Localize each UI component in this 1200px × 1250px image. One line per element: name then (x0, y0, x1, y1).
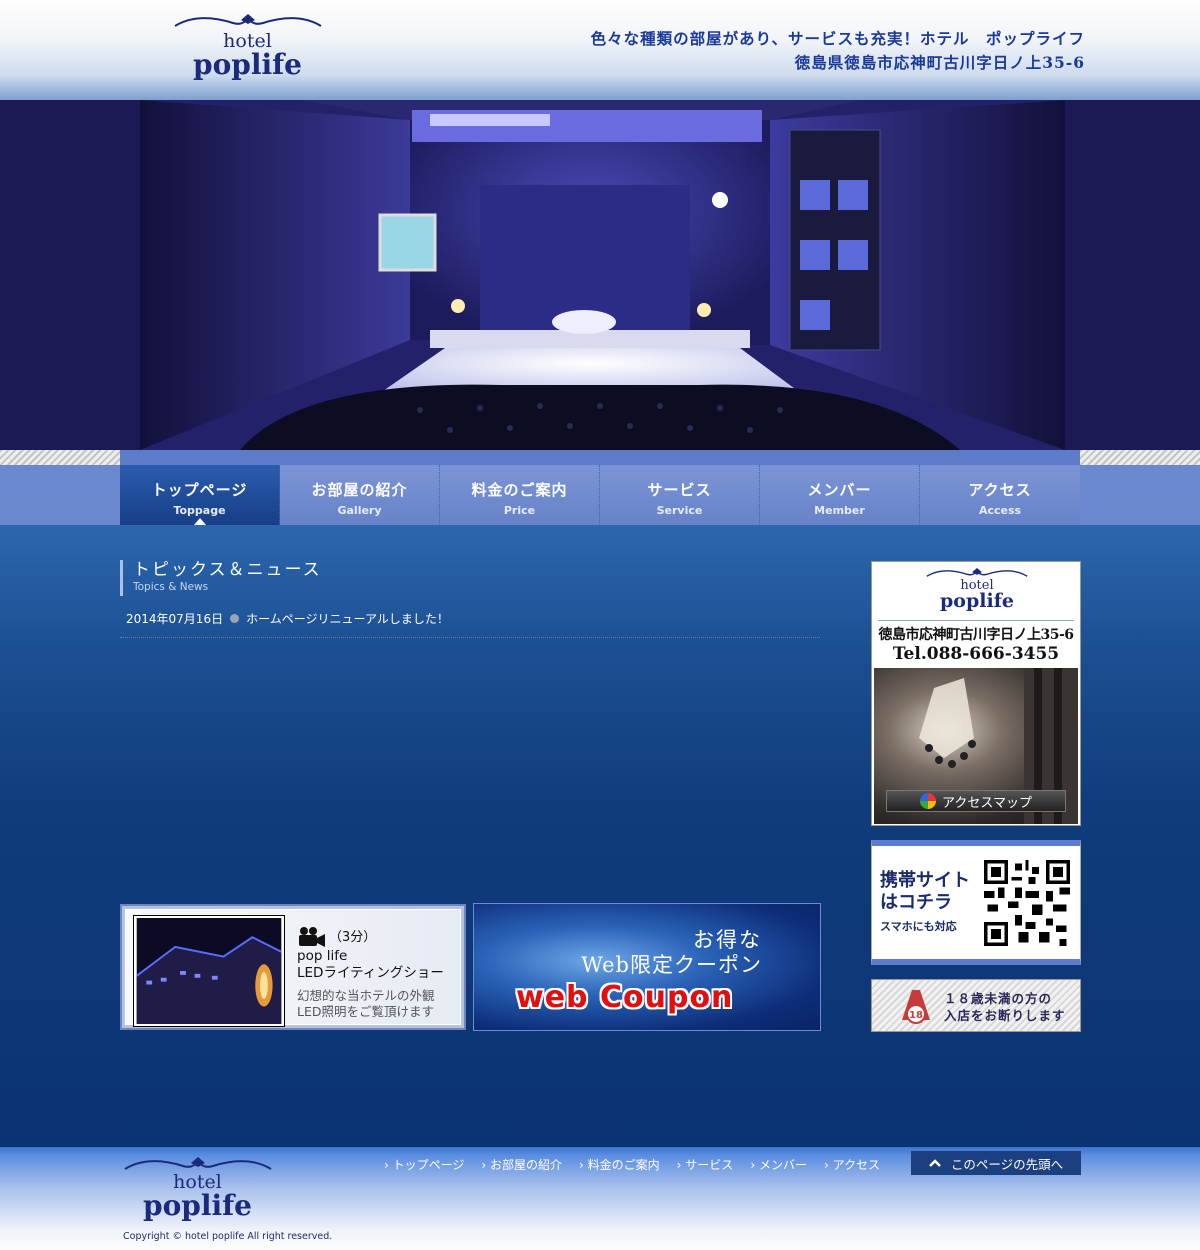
hotel-info-card: hotel poplife 徳島市応神町古川字日ノ上35-6 Tel.088-6… (871, 561, 1081, 826)
active-caret-icon (194, 518, 206, 525)
access-map-button[interactable]: アクセスマップ (886, 790, 1066, 812)
topics-title-jp: トピックス＆ニュース (133, 560, 322, 580)
chevron-up-icon (928, 1159, 941, 1167)
nav-label-jp: トップページ (151, 481, 248, 499)
side-logo-poplife: poplife (940, 590, 1014, 612)
topics-title-en: Topics & News (133, 581, 209, 593)
hero-room-illustration (0, 100, 1200, 450)
header-tagline-block: 色々な種類の部屋があり、サービスも充実！ホテル ポップライフ 徳島県徳島市応神町… (591, 27, 1085, 75)
age-text: １８歳未満の方の 入店をお断りします (944, 990, 1066, 1024)
header-logo[interactable]: hotel poplife (170, 14, 325, 79)
bullet-icon (230, 614, 240, 623)
google-maps-icon (920, 793, 937, 809)
mobile-line-2: はコチラ (880, 892, 952, 913)
nav-label-jp: アクセス (968, 481, 1032, 499)
nav-label-jp: お部屋の紹介 (311, 481, 408, 499)
logo-poplife-text: poplife (193, 48, 302, 81)
mobile-line-1: 携帯サイト (880, 870, 970, 891)
footer-link-toppage[interactable]: トップページ (384, 1156, 465, 1173)
led-video-banner[interactable]: （3分） pop life LEDライティングショー 幻想的な当ホテルの外観 L… (120, 904, 466, 1030)
hero-image (0, 100, 1200, 450)
info-divider (878, 620, 1074, 621)
side-logo: hotel poplife (922, 568, 1032, 611)
news-date: 2014年07月16日 (126, 612, 224, 626)
nav-label-jp: メンバー (807, 481, 872, 499)
nav-label-en: Gallery (337, 504, 382, 517)
topics-heading: トピックス＆ニュース Topics & News (120, 560, 820, 596)
nav-label-jp: サービス (647, 481, 712, 499)
video-sub-1: 幻想的な当ホテルの外観 (297, 988, 435, 1003)
coupon-line-3: web Coupon (516, 980, 734, 1015)
footer-logo[interactable]: hotel poplife (120, 1157, 275, 1220)
age-badge-text: 18 (909, 1010, 923, 1021)
side-tel: Tel.088-666-3455 (892, 644, 1060, 664)
footer-link-member[interactable]: メンバー (750, 1156, 807, 1173)
age-restriction-banner: 18 １８歳未満の方の 入店をお断りします (871, 979, 1081, 1032)
qr-code-icon (984, 860, 1070, 946)
video-title-2: LEDライティングショー (297, 965, 444, 981)
nav-label-en: Toppage (173, 504, 226, 517)
side-address: 徳島市応神町古川字日ノ上35-6 (878, 627, 1074, 643)
video-subtitle: 幻想的な当ホテルの外観 LED照明をご覧頂けます (297, 988, 444, 1020)
nav-label-en: Price (503, 504, 536, 517)
mobile-site-banner[interactable]: 携帯サイト はコチラ スマホにも対応 (871, 840, 1081, 965)
video-camera-icon (299, 927, 325, 947)
web-coupon-banner[interactable]: お得な Web限定クーポン web Coupon (473, 903, 821, 1031)
nav-label-en: Member (814, 504, 865, 517)
mobile-note: スマホにも対応 (880, 920, 957, 933)
footer-nav: トップページ お部屋の紹介 料金のご案内 サービス メンバー アクセス (384, 1156, 897, 1173)
nav-label-en: Access (978, 504, 1022, 517)
nav-top-bar (120, 450, 1080, 465)
header-tagline: 色々な種類の部屋があり、サービスも充実！ホテル ポップライフ (590, 29, 1085, 48)
back-to-top-button[interactable]: このページの先頭へ (911, 1151, 1081, 1175)
video-sub-2: LED照明をご覧頂けます (297, 1004, 434, 1019)
coupon-line-2: Web限定クーポン (581, 953, 762, 977)
nav-item-toppage[interactable]: トップページ Toppage (120, 465, 280, 525)
video-title-1: pop life (297, 948, 348, 964)
video-duration: （3分） (329, 929, 377, 945)
back-to-top-label: このページの先頭へ (950, 1156, 1064, 1172)
nav-label-en: Service (656, 504, 703, 517)
logo-ornament-icon (173, 14, 322, 27)
age-line-1: １８歳未満の方の (944, 991, 1053, 1006)
header-address: 徳島県徳島市応神町古川字日ノ上35-6 (794, 53, 1085, 72)
video-banner-inner: （3分） pop life LEDライティングショー 幻想的な当ホテルの外観 L… (125, 909, 461, 1027)
nav-item-member[interactable]: メンバー Member (760, 465, 920, 525)
nav-stripe-left (0, 450, 120, 466)
nav-item-price[interactable]: 料金のご案内 Price (440, 465, 600, 525)
topics-section: トピックス＆ニュース Topics & News 2014年07月16日 ホーム… (120, 560, 820, 638)
mobile-text: 携帯サイト はコチラ (880, 870, 970, 914)
footer-link-service[interactable]: サービス (677, 1156, 733, 1173)
main-nav: トップページ Toppage お部屋の紹介 Gallery 料金のご案内 Pri… (120, 465, 1080, 525)
lamp-photo: アクセスマップ (874, 668, 1078, 824)
nav-item-access[interactable]: アクセス Access (920, 465, 1080, 525)
nav-item-gallery[interactable]: お部屋の紹介 Gallery (280, 465, 440, 525)
nav-label-jp: 料金のご案内 (471, 481, 568, 499)
footer-link-price[interactable]: 料金のご案内 (579, 1156, 660, 1173)
site-header: hotel poplife 色々な種類の部屋があり、サービスも充実！ホテル ポッ… (0, 0, 1200, 100)
video-banner-text: （3分） pop life LEDライティングショー 幻想的な当ホテルの外観 L… (297, 926, 444, 1020)
age-18-badge-icon: 18 (902, 990, 930, 1024)
news-text: ホームページリニューアルしました！ (246, 612, 449, 626)
footer-link-access[interactable]: アクセス (824, 1156, 880, 1173)
footer-link-gallery[interactable]: お部屋の紹介 (481, 1156, 562, 1173)
nav-stripe-right (1080, 450, 1200, 466)
age-line-2: 入店をお断りします (944, 1008, 1066, 1023)
news-item[interactable]: 2014年07月16日 ホームページリニューアルしました！ (120, 606, 820, 638)
access-map-label: アクセスマップ (942, 795, 1032, 811)
footer-logo-poplife: poplife (143, 1189, 252, 1222)
copyright: Copyright © hotel poplife All right rese… (123, 1231, 333, 1242)
nav-item-service[interactable]: サービス Service (600, 465, 760, 525)
hotel-exterior-photo (133, 915, 285, 1027)
